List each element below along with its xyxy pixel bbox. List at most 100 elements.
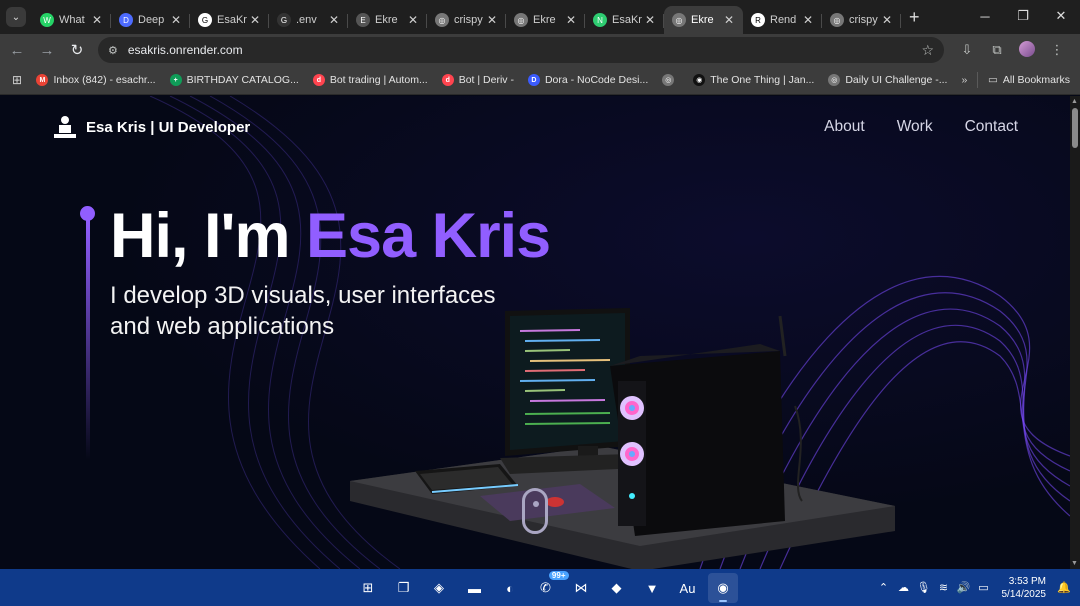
tab-close-icon[interactable]: ✕ [881, 13, 893, 27]
scroll-up-arrow[interactable]: ▲ [1071, 98, 1078, 105]
clock[interactable]: 3:53 PM 5/14/2025 [1002, 575, 1047, 601]
tab-favicon: ◎ [672, 13, 686, 27]
battery-icon[interactable]: ▭ [974, 581, 994, 594]
task-view-icon[interactable]: ❐ [389, 573, 419, 603]
pgadmin-icon[interactable]: ◆ [602, 573, 632, 603]
nav-work[interactable]: Work [897, 118, 933, 136]
page-scrollbar[interactable]: ▲ ▼ [1070, 96, 1080, 569]
tab-close-icon[interactable]: ✕ [723, 13, 735, 27]
microphone-icon[interactable]: 🎙 [914, 581, 934, 594]
bookmark-favicon: d [441, 74, 454, 86]
cloud-off-icon[interactable]: ☁ [894, 581, 914, 594]
brave-icon[interactable]: ▼ [637, 573, 667, 603]
computer-desk-3d-model[interactable] [340, 296, 900, 569]
browser-tab[interactable]: ◎ crispy ✕ [822, 6, 901, 34]
copilot-icon[interactable]: ◈ [424, 573, 454, 603]
tab-search-button[interactable]: ⌄ [6, 7, 26, 27]
bookmark-item[interactable]: ◉ The One Thing | Jan... [693, 74, 814, 86]
tab-favicon: E [356, 13, 370, 27]
site-info-icon[interactable]: ⚙ [108, 44, 118, 57]
hero-name: Esa Kris [306, 201, 551, 271]
browser-tab[interactable]: R Rend ✕ [743, 6, 822, 34]
bookmark-label: Daily UI Challenge -... [845, 74, 948, 86]
menu-icon[interactable]: ⋮ [1042, 42, 1072, 58]
show-hidden-icons[interactable]: ⌃ [874, 581, 894, 594]
more-bookmarks-button[interactable]: » [961, 74, 967, 86]
start-icon[interactable]: ⊞ [353, 573, 383, 603]
browser-tab[interactable]: E Ekre ✕ [348, 6, 427, 34]
bookmark-item[interactable]: M Inbox (842) - esachr... [36, 74, 156, 86]
reload-button[interactable]: ↻ [64, 37, 90, 63]
bookmark-item[interactable]: D Dora - NoCode Desi... [527, 74, 648, 86]
tab-title: What [59, 14, 85, 26]
browser-tab[interactable]: N EsaKr ✕ [585, 6, 664, 34]
bookmark-label: BIRTHDAY CATALOG... [186, 74, 299, 86]
wifi-icon[interactable]: ≋ [934, 581, 954, 594]
hero-title: Hi, I'm Esa Kris [110, 200, 551, 272]
address-bar[interactable]: ⚙ esakris.onrender.com ☆ [98, 37, 944, 63]
close-window-button[interactable]: ✕ [1042, 0, 1080, 32]
window-controls: ─ ❐ ✕ [966, 0, 1080, 32]
logo-icon [54, 116, 76, 138]
scrollbar-thumb[interactable] [1072, 108, 1078, 148]
tab-close-icon[interactable]: ✕ [407, 13, 419, 27]
scroll-down-arrow[interactable]: ▼ [1071, 560, 1078, 567]
vscode-icon[interactable]: ⋈ [566, 573, 596, 603]
new-tab-button[interactable]: + [909, 7, 920, 28]
browser-tab[interactable]: G EsaKr ✕ [190, 6, 269, 34]
all-bookmarks-button[interactable]: ▭ All Bookmarks [988, 74, 1070, 86]
browser-tab[interactable]: ◎ Ekre ✕ [506, 6, 585, 34]
tab-close-icon[interactable]: ✕ [249, 13, 261, 27]
bookmark-item[interactable]: ◎ Daily UI Challenge -... [828, 74, 947, 86]
tab-strip: ⌄ W What ✕ D Deep ✕ G EsaKr ✕ G .env ✕ E Ekre ✕ ◎ crispy… [0, 0, 1080, 34]
site-logo[interactable]: Esa Kris | UI Developer [52, 114, 250, 140]
back-button[interactable]: ← [4, 37, 30, 63]
tab-close-icon[interactable]: ✕ [328, 13, 340, 27]
tab-title: .env [296, 14, 317, 26]
file-explorer-icon[interactable]: ▬ [460, 573, 490, 603]
whatsapp-icon[interactable]: ✆ 99+ [531, 571, 569, 603]
tab-close-icon[interactable]: ✕ [486, 13, 498, 27]
profile-avatar[interactable] [1012, 40, 1042, 60]
extensions-icon[interactable]: ⧉ [982, 42, 1012, 58]
tab-close-icon[interactable]: ✕ [565, 13, 577, 27]
bookmark-item[interactable]: + BIRTHDAY CATALOG... [169, 74, 299, 86]
apps-grid-icon[interactable]: ⊞ [12, 73, 22, 87]
bookmark-favicon: ◎ [662, 74, 675, 86]
browser-tab[interactable]: ◎ Ekre ✕ [664, 6, 743, 34]
tab-close-icon[interactable]: ✕ [91, 13, 103, 27]
notification-bell-icon[interactable]: 🔔 [1054, 581, 1074, 594]
browser-tab[interactable]: G .env ✕ [269, 6, 348, 34]
minimize-button[interactable]: ─ [966, 0, 1004, 32]
nav-contact[interactable]: Contact [965, 118, 1018, 136]
forward-button[interactable]: → [34, 37, 60, 63]
tab-title: Ekre [533, 14, 556, 26]
chrome-icon[interactable]: ◉ [708, 573, 738, 603]
nav-about[interactable]: About [824, 118, 865, 136]
browser-tab[interactable]: W What ✕ [32, 6, 111, 34]
browser-tab[interactable]: D Deep ✕ [111, 6, 190, 34]
tab-favicon: D [119, 13, 133, 27]
page-viewport: Esa Kris | UI Developer About Work Conta… [0, 96, 1070, 569]
downloads-icon[interactable]: ⇩ [952, 42, 982, 58]
bookmark-label: Bot | Deriv - [458, 74, 514, 86]
scroll-indicator[interactable] [522, 488, 548, 534]
bookmark-item[interactable]: d Bot | Deriv - [441, 74, 514, 86]
volume-icon[interactable]: 🔊 [954, 581, 974, 594]
tab-close-icon[interactable]: ✕ [170, 13, 182, 27]
tab-title: Rend [770, 14, 797, 26]
browser-tab[interactable]: ◎ crispy ✕ [427, 6, 506, 34]
audition-icon[interactable]: Au [673, 573, 703, 603]
site-navbar: Esa Kris | UI Developer About Work Conta… [52, 112, 1018, 142]
tab-close-icon[interactable]: ✕ [644, 13, 656, 27]
bookmark-item[interactable]: d Bot trading | Autom... [312, 74, 428, 86]
edge-icon[interactable]: ◐ [495, 573, 525, 603]
bookmark-favicon: + [169, 74, 182, 86]
tab-favicon: G [198, 13, 212, 27]
tab-favicon: ◎ [830, 13, 844, 27]
bookmark-item[interactable]: ◎ [662, 74, 679, 86]
maximize-button[interactable]: ❐ [1004, 0, 1042, 32]
url-text[interactable]: esakris.onrender.com [128, 43, 922, 57]
tab-close-icon[interactable]: ✕ [802, 13, 814, 27]
bookmark-star-icon[interactable]: ☆ [921, 42, 934, 59]
